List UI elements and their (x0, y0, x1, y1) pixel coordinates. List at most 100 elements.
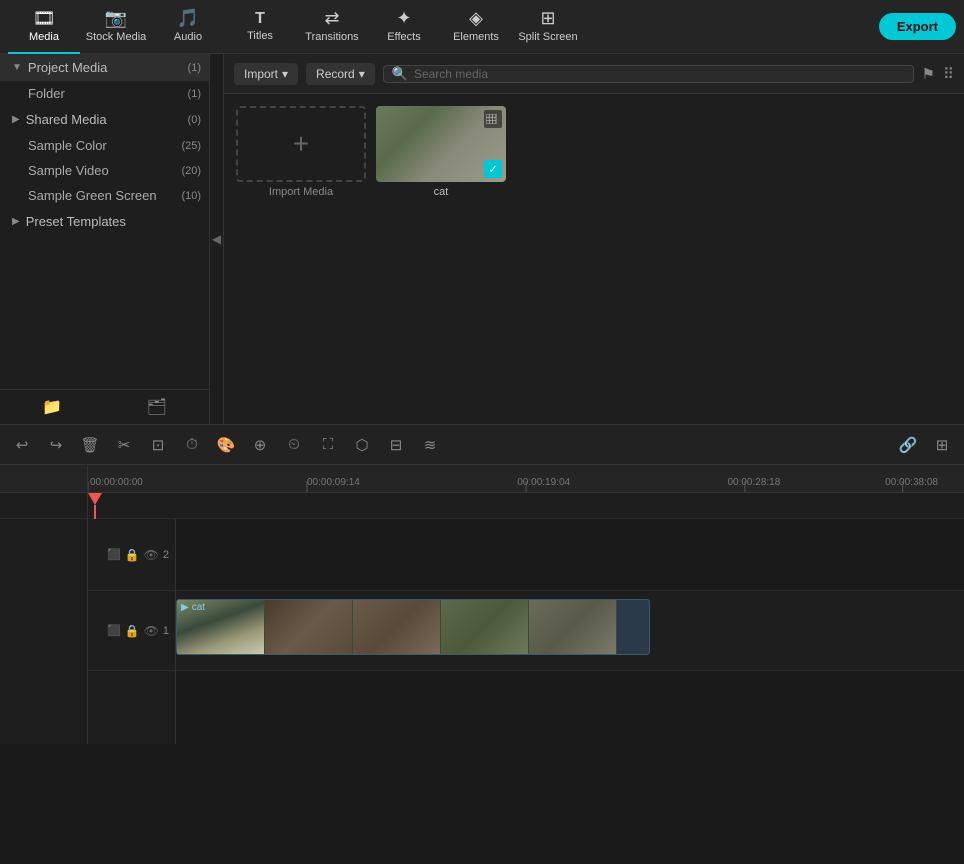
import-dropdown-icon: ▾ (282, 67, 288, 81)
track-1-eye[interactable]: 👁 (144, 624, 159, 638)
track-row-1: ▶ cat (176, 591, 964, 671)
link-clips-button[interactable]: 🔗 (894, 431, 922, 459)
video-clip-cat[interactable]: ▶ cat (176, 599, 650, 655)
toolbar-label-titles: Titles (247, 30, 273, 42)
import-media-box[interactable]: + (236, 106, 366, 182)
track-1-icons: ⬛ 🔒 👁 1 (107, 624, 169, 638)
new-folder-icon: 🗂 (147, 397, 167, 417)
tracks-area: ⬛ 🔒 👁 2 ⬛ 🔒 👁 1 (88, 519, 964, 744)
grid-icon[interactable]: ⠿ (943, 65, 954, 83)
toolbar-item-transitions[interactable]: ⇄ Transitions (296, 0, 368, 54)
sidebar-item-folder[interactable]: Folder (1) (0, 81, 209, 106)
search-icon: 🔍 (392, 66, 408, 82)
track-1-lock[interactable]: 🔒 (125, 624, 140, 638)
media-grid: + Import Media (224, 94, 964, 424)
toolbar-item-split-screen[interactable]: ⊞ Split Screen (512, 0, 584, 54)
toolbar-item-elements[interactable]: ◈ Elements (440, 0, 512, 54)
cat-thumbnail: ✓ (376, 106, 506, 182)
import-media-label: Import Media (269, 186, 333, 198)
cat-media-item[interactable]: ✓ cat (376, 106, 506, 198)
plus-icon: + (293, 128, 309, 160)
timeline-right-panel: 00:00:00:00 00:00:09:14 00:00:19:04 00:0… (88, 465, 964, 744)
titles-icon: T (255, 10, 265, 28)
playhead-area[interactable] (88, 493, 964, 519)
add-folder-button[interactable]: 📁 (0, 390, 105, 424)
folder-count: (1) (188, 88, 201, 100)
arrow-right-icon-2: ▶ (12, 216, 20, 227)
track-2-icons: ⬛ 🔒 👁 2 (107, 548, 169, 562)
sidebar: ▼ Project Media (1) Folder (1) ▶ Shared … (0, 54, 210, 424)
new-folder-button[interactable]: 🗂 (105, 390, 210, 424)
sidebar-item-project-media[interactable]: ▼ Project Media (1) (0, 54, 209, 81)
import-button[interactable]: Import ▾ (234, 63, 298, 85)
timer-button[interactable]: ⏲ (280, 431, 308, 459)
fullscreen-button[interactable]: ⛶ (314, 431, 342, 459)
toolbar-label-elements: Elements (453, 31, 499, 43)
toolbar-label-split-screen: Split Screen (518, 31, 577, 43)
shared-media-count: (0) (188, 114, 201, 126)
track-2-eye[interactable]: 👁 (144, 548, 159, 562)
top-toolbar: 🎞 Media 📷 Stock Media 🎵 Audio T Titles ⇄… (0, 0, 964, 54)
clip-frames (177, 600, 617, 654)
media-panel: Import ▾ Record ▾ 🔍 ⚑ ⠿ + Import Media (224, 54, 964, 424)
clip-label: ▶ cat (181, 602, 205, 613)
arrow-right-icon: ▶ (12, 114, 20, 125)
toolbar-label-stock-media: Stock Media (86, 31, 147, 43)
track-2-lock[interactable]: 🔒 (125, 548, 140, 562)
sample-color-label: Sample Color (28, 138, 181, 153)
record-button[interactable]: Record ▾ (306, 63, 375, 85)
effect-button[interactable]: ⬡ (348, 431, 376, 459)
main-area: ▼ Project Media (1) Folder (1) ▶ Shared … (0, 54, 964, 424)
track-row-2 (176, 519, 964, 591)
timeline-toolbar: ↩ ↪ 🗑 ✂ ⊡ ⏱ 🎨 ⊕ ⏲ ⛶ ⬡ ⊟ ≋ 🔗 ⊞ (0, 425, 964, 465)
toolbar-item-media[interactable]: 🎞 Media (8, 0, 80, 54)
playhead[interactable] (88, 493, 102, 519)
overlay-button[interactable]: ⊕ (246, 431, 274, 459)
track-label-1: ⬛ 🔒 👁 1 (88, 591, 175, 671)
split-view-button[interactable]: ⊞ (928, 431, 956, 459)
sidebar-item-sample-green-screen[interactable]: Sample Green Screen (10) (0, 183, 209, 208)
adjust-button[interactable]: ⊟ (382, 431, 410, 459)
sample-green-screen-count: (10) (181, 190, 201, 202)
clip-frame-5 (529, 600, 617, 654)
audio-icon: 🎵 (177, 8, 199, 29)
sample-green-screen-label: Sample Green Screen (28, 188, 181, 203)
undo-button[interactable]: ↩ (8, 431, 36, 459)
stock-media-icon: 📷 (105, 8, 127, 29)
toolbar-item-stock-media[interactable]: 📷 Stock Media (80, 0, 152, 54)
crop-button[interactable]: ⊡ (144, 431, 172, 459)
color-button[interactable]: 🎨 (212, 431, 240, 459)
toolbar-item-effects[interactable]: ✦ Effects (368, 0, 440, 54)
sidebar-item-preset-templates[interactable]: ▶ Preset Templates (0, 208, 209, 235)
transitions-icon: ⇄ (324, 8, 339, 29)
timeline-area: ↩ ↪ 🗑 ✂ ⊡ ⏱ 🎨 ⊕ ⏲ ⛶ ⬡ ⊟ ≋ 🔗 ⊞ 00:00:00:0… (0, 424, 964, 744)
redo-button[interactable]: ↪ (42, 431, 70, 459)
audio-waves-button[interactable]: ≋ (416, 431, 444, 459)
toolbar-label-media: Media (29, 31, 59, 43)
import-media-item[interactable]: + Import Media (236, 106, 366, 198)
clip-play-icon: ▶ (181, 602, 189, 613)
clip-frame-2 (265, 600, 353, 654)
sidebar-bottom: 📁 🗂 (0, 389, 209, 424)
toolbar-item-audio[interactable]: 🎵 Audio (152, 0, 224, 54)
cat-media-label: cat (434, 186, 449, 198)
track-labels: ⬛ 🔒 👁 2 ⬛ 🔒 👁 1 (88, 519, 176, 744)
media-toolbar: Import ▾ Record ▾ 🔍 ⚑ ⠿ (224, 54, 964, 94)
sidebar-item-sample-color[interactable]: Sample Color (25) (0, 133, 209, 158)
export-button[interactable]: Export (879, 13, 956, 40)
sidebar-item-sample-video[interactable]: Sample Video (20) (0, 158, 209, 183)
arrow-down-icon: ▼ (12, 62, 22, 73)
delete-button[interactable]: 🗑 (76, 431, 104, 459)
speed-button[interactable]: ⏱ (178, 431, 206, 459)
collapse-handle[interactable]: ◀ (210, 54, 224, 424)
filter-icon[interactable]: ⚑ (922, 65, 935, 83)
search-input[interactable] (414, 67, 905, 81)
toolbar-label-audio: Audio (174, 31, 202, 43)
split-screen-icon: ⊞ (540, 8, 555, 29)
sidebar-item-shared-media[interactable]: ▶ Shared Media (0) (0, 106, 209, 133)
search-box: 🔍 (383, 65, 914, 83)
add-folder-icon: 📁 (42, 397, 62, 417)
cut-button[interactable]: ✂ (110, 431, 138, 459)
toolbar-item-titles[interactable]: T Titles (224, 0, 296, 54)
track-label-2: ⬛ 🔒 👁 2 (88, 519, 175, 591)
